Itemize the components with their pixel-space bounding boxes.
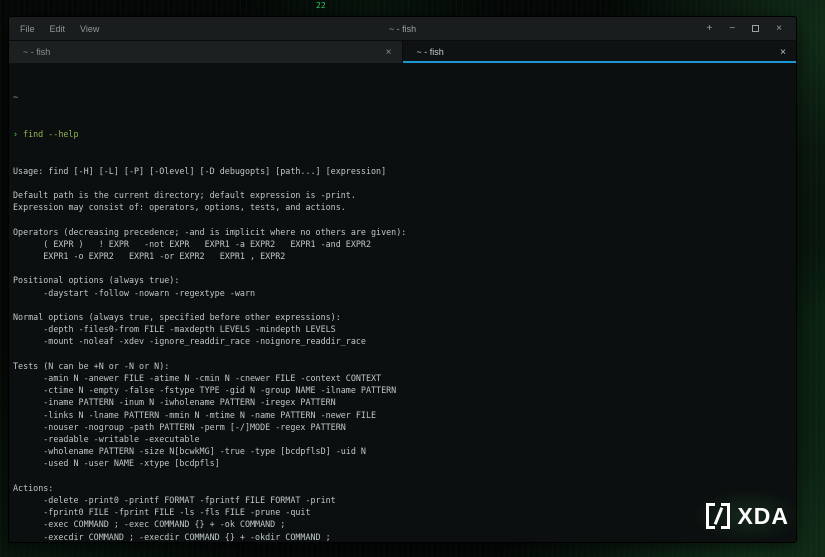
- terminal-output-line: Normal options (always true, specified b…: [13, 312, 341, 322]
- terminal-output-line: -wholename PATTERN -size N[bcwkMG] -true…: [13, 446, 366, 457]
- menu-edit[interactable]: Edit: [50, 24, 66, 34]
- window-controls: + − ×: [706, 23, 796, 34]
- xda-bracket-left: [706, 503, 716, 529]
- xda-logo-icon: [706, 503, 731, 529]
- tab-bar: ~ - fish × ~ - fish ×: [9, 41, 796, 63]
- terminal-output-line: -readable -writable -executable: [13, 434, 200, 445]
- terminal-output-line: -amin N -anewer FILE -atime N -cmin N -c…: [13, 373, 382, 383]
- terminal-output-line: Operators (decreasing precedence; -and i…: [13, 226, 407, 237]
- terminal-output-line: EXPR1 -o EXPR2 EXPR1 -or EXPR2 EXPR1 , E…: [13, 251, 286, 262]
- terminal-output-line: -fprint0 FILE -fprint FILE -ls -fls FILE…: [13, 507, 311, 518]
- terminal-output-line: -links N -lname PATTERN -mmin N -mtime N…: [13, 409, 377, 420]
- terminal-output-line: -mount -noleaf -xdev -ignore_readdir_rac…: [13, 336, 366, 347]
- terminal-window: File Edit View ~ - fish + − × ~ - fish ×…: [8, 16, 797, 543]
- minimize-icon[interactable]: −: [729, 23, 735, 34]
- prompt-chevron-icon: ›: [13, 129, 19, 140]
- tab-label: ~ - fish: [416, 47, 444, 57]
- terminal-output-line: -ctime N -empty -false -fstype TYPE -gid…: [13, 385, 397, 396]
- wallpaper-matrix-glyph: 22: [316, 1, 326, 10]
- terminal-output: Usage: find [-H] [-L] [-P] [-Olevel] [-D…: [13, 165, 792, 542]
- terminal-output-line: -exec COMMAND ; -exec COMMAND {} + -ok C…: [13, 519, 286, 530]
- tab-fish-active[interactable]: ~ - fish ×: [402, 41, 796, 63]
- tab-fish-inactive[interactable]: ~ - fish ×: [9, 41, 403, 63]
- terminal-output-line: Usage: find [-H] [-L] [-P] [-Olevel] [-D…: [13, 165, 387, 176]
- terminal-output-line: ( EXPR ) ! EXPR -not EXPR EXPR1 -a EXPR2…: [13, 238, 371, 249]
- terminal-output-line: -depth -files0-from FILE -maxdepth LEVEL…: [13, 324, 336, 335]
- terminal-output-line: -execdir COMMAND ; -execdir COMMAND {} +…: [13, 531, 331, 542]
- terminal-output-line: -iname PATTERN -inum N -iwholename PATTE…: [13, 397, 336, 408]
- terminal-output-line: Tests (N can be +N or -N or N):: [13, 360, 170, 371]
- terminal-output-line: -used N -user NAME -xtype [bcdpfls]: [13, 458, 220, 469]
- terminal-output-line: Default path is the current directory; d…: [13, 190, 356, 201]
- terminal-output-line: -daystart -follow -nowarn -regextype -wa…: [13, 287, 256, 298]
- terminal-prompt-line: › find --help: [13, 128, 792, 140]
- tab-close-icon[interactable]: ×: [778, 47, 788, 58]
- xda-watermark-text: XDA: [737, 503, 789, 529]
- terminal-output-line: -delete -print0 -printf FORMAT -fprintf …: [13, 495, 336, 506]
- command-text: find --help: [23, 129, 79, 140]
- terminal-output-line: Expression may consist of: operators, op…: [13, 202, 346, 213]
- close-icon[interactable]: ×: [776, 23, 782, 34]
- terminal-output-line: -nouser -nogroup -path PATTERN -perm [-/…: [13, 421, 346, 432]
- xda-bracket-right: [721, 503, 731, 529]
- tab-close-icon[interactable]: ×: [384, 47, 394, 58]
- terminal-content[interactable]: ~ › find --help Usage: find [-H] [-L] [-P…: [9, 63, 796, 542]
- new-tab-icon[interactable]: +: [706, 23, 712, 34]
- window-title: ~ - fish: [388, 23, 417, 34]
- menubar: File Edit View: [9, 24, 99, 34]
- titlebar: File Edit View ~ - fish + − ×: [9, 17, 796, 41]
- menu-file[interactable]: File: [20, 24, 35, 34]
- maximize-icon[interactable]: [752, 25, 760, 32]
- terminal-output-line: Actions:: [13, 482, 54, 493]
- menu-view[interactable]: View: [80, 24, 99, 34]
- xda-watermark: XDA: [692, 489, 803, 543]
- terminal-output-line: Positional options (always true):: [13, 275, 180, 286]
- terminal-cwd-line: ~: [13, 92, 19, 103]
- desktop-wallpaper: 22 File Edit View ~ - fish + − × ~ - fis…: [0, 0, 825, 557]
- tab-label: ~ - fish: [23, 47, 51, 57]
